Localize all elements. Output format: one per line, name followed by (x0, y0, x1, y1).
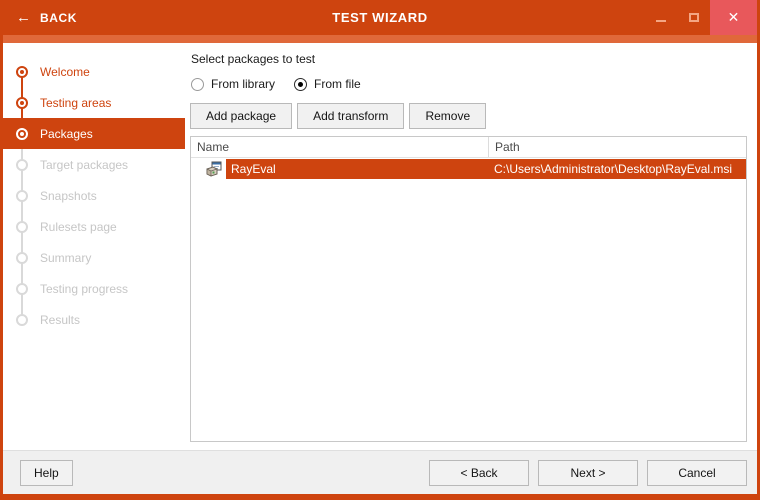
wizard-steps-sidebar: Welcome Testing areas Packages Target pa… (3, 43, 185, 450)
header-accent-strip (3, 35, 757, 43)
step-bullet-completed-icon (16, 96, 28, 109)
packages-table: Name Path RayEval C:\Users\Administrator… (190, 136, 747, 442)
step-label: Target packages (40, 157, 129, 172)
table-header: Name Path (191, 137, 746, 158)
step-label: Rulesets page (40, 219, 117, 234)
help-button[interactable]: Help (20, 459, 73, 486)
maximize-button[interactable] (677, 0, 710, 35)
radio-label: From library (211, 77, 276, 91)
sidebar-item-snapshots[interactable]: Snapshots (3, 180, 185, 211)
sidebar-item-testing-progress[interactable]: Testing progress (3, 273, 185, 304)
step-bullet-pending-icon (16, 158, 28, 171)
minimize-button[interactable] (644, 0, 677, 35)
step-bullet-pending-icon (16, 282, 28, 295)
add-package-button[interactable]: Add package (190, 103, 293, 129)
step-label: Welcome (40, 64, 90, 79)
page-title: Select packages to test (191, 52, 316, 66)
sidebar-item-packages[interactable]: Packages (3, 118, 185, 149)
radio-from-library[interactable]: From library (191, 77, 275, 91)
sidebar-item-results[interactable]: Results (3, 304, 185, 335)
table-row-rayeval[interactable]: RayEval C:\Users\Administrator\Desktop\R… (191, 159, 746, 179)
sidebar-item-summary[interactable]: Summary (3, 242, 185, 273)
back-nav-label: BACK (40, 10, 78, 25)
step-bullet-pending-icon (16, 251, 28, 264)
radio-selected-icon (294, 77, 308, 91)
step-bullet-pending-icon (16, 313, 28, 326)
sidebar-item-testing-areas[interactable]: Testing areas (3, 87, 185, 118)
column-header-name[interactable]: Name (191, 137, 489, 157)
selected-row-highlight: RayEval C:\Users\Administrator\Desktop\R… (226, 159, 746, 179)
package-path-cell: C:\Users\Administrator\Desktop\RayEval.m… (494, 162, 733, 176)
package-source-radio-group: From library From file (191, 77, 747, 91)
test-wizard-window: ← BACK TEST WIZARD ✕ Welcome Testing are… (0, 0, 760, 500)
step-label: Snapshots (40, 188, 97, 203)
cancel-button[interactable]: Cancel (647, 459, 747, 486)
minimize-icon (655, 19, 666, 22)
step-bullet-active-icon (16, 127, 28, 140)
step-label: Packages (40, 126, 93, 141)
sidebar-item-target-packages[interactable]: Target packages (3, 149, 185, 180)
radio-label: From file (314, 77, 361, 91)
package-name-cell: RayEval (231, 162, 276, 176)
maximize-icon (688, 13, 699, 22)
step-bullet-pending-icon (16, 189, 28, 202)
back-nav-button[interactable]: ← BACK (3, 0, 93, 35)
step-label: Results (40, 312, 81, 327)
close-icon: ✕ (727, 9, 740, 25)
package-toolbar: Add package Add transform Remove (190, 103, 747, 129)
back-arrow-icon: ← (16, 9, 31, 26)
add-transform-button[interactable]: Add transform (297, 103, 405, 129)
next-button[interactable]: Next > (538, 459, 638, 486)
step-label: Testing progress (40, 281, 129, 296)
radio-unselected-icon (191, 77, 204, 91)
sidebar-item-rulesets-page[interactable]: Rulesets page (3, 211, 185, 242)
step-bullet-pending-icon (16, 220, 28, 233)
footer-bar: Help < Back Next > Cancel (3, 450, 757, 494)
step-label: Testing areas (40, 95, 112, 110)
packages-panel: Select packages to test From library Fro… (185, 43, 757, 450)
column-header-path[interactable]: Path (489, 137, 746, 157)
back-button[interactable]: < Back (429, 459, 529, 486)
title-bar: ← BACK TEST WIZARD ✕ (3, 0, 757, 35)
window-controls: ✕ (644, 0, 757, 35)
close-button[interactable]: ✕ (710, 0, 757, 35)
step-bullet-completed-icon (16, 65, 28, 78)
remove-button[interactable]: Remove (409, 103, 487, 129)
sidebar-item-welcome[interactable]: Welcome (3, 56, 185, 87)
radio-from-file[interactable]: From file (294, 77, 361, 91)
msi-package-icon (206, 161, 222, 177)
step-label: Summary (40, 250, 92, 265)
